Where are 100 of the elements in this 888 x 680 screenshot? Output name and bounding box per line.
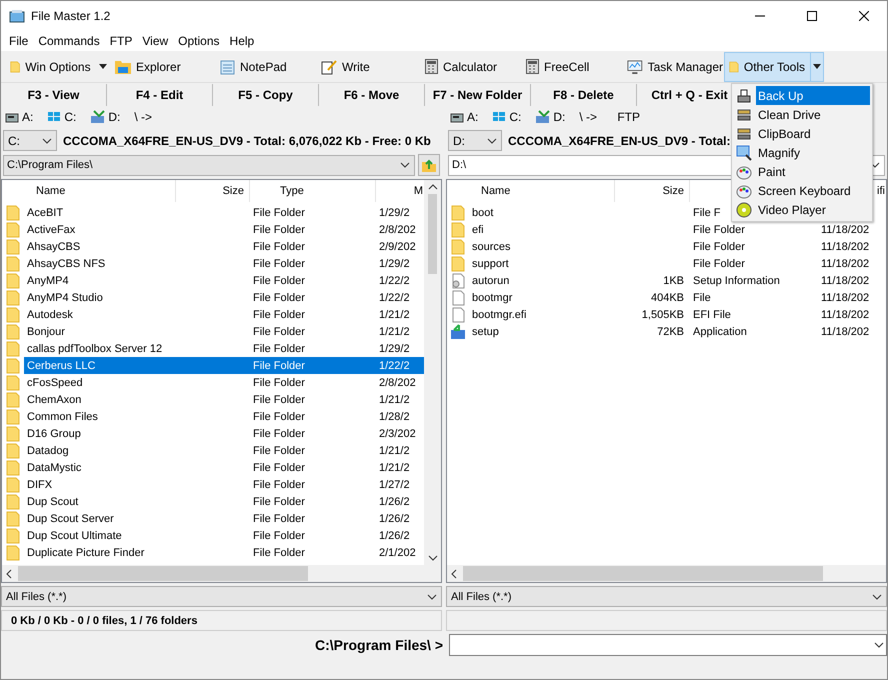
menu-item[interactable]: Back Up: [756, 86, 870, 105]
folder-icon: [6, 392, 20, 408]
drive-link[interactable]: \ ->: [579, 110, 598, 124]
file-row[interactable]: Autodesk File Folder 1/21/2: [24, 306, 424, 323]
file-row[interactable]: ActiveFax File Folder 2/8/202: [24, 221, 424, 238]
drive-select[interactable]: C:: [3, 130, 57, 151]
toolbar-button[interactable]: NotePad: [215, 52, 316, 82]
file-row[interactable]: support File Folder 11/18/202: [469, 255, 886, 272]
toolbar-button[interactable]: Calculator: [420, 52, 521, 82]
scroll-left-icon[interactable]: [451, 568, 457, 578]
column-header[interactable]: Name: [36, 185, 66, 197]
file-row[interactable]: ChemAxon File Folder 1/21/2: [24, 391, 424, 408]
folder-icon: [6, 290, 20, 306]
file-row[interactable]: Cerberus LLC File Folder 1/22/2: [24, 357, 424, 374]
minimize-icon[interactable]: [755, 15, 765, 17]
file-row[interactable]: cFosSpeed File Folder 2/8/202: [24, 374, 424, 391]
status-bar: 0 Kb / 0 Kb - 0 / 0 files, 1 / 76 folders: [1, 610, 442, 631]
drive-link[interactable]: D:: [108, 110, 120, 124]
maximize-icon[interactable]: [807, 11, 817, 21]
file-row[interactable]: Dup Scout Server File Folder 1/26/2: [24, 510, 424, 527]
scroll-up-icon[interactable]: [428, 184, 438, 190]
file-row[interactable]: AnyMP4 Studio File Folder 1/22/2: [24, 289, 424, 306]
menu-item[interactable]: ClipBoard: [756, 124, 870, 143]
file-row[interactable]: autorun 1KB Setup Information 11/18/202: [469, 272, 886, 289]
toolbar-button[interactable]: Write: [316, 52, 420, 82]
scrollbar-thumb[interactable]: [463, 566, 823, 581]
folder-icon: [451, 204, 465, 220]
drive-link[interactable]: A:: [467, 110, 478, 124]
calculator-icon: [526, 59, 539, 74]
up-folder-button[interactable]: [418, 154, 440, 176]
file-row[interactable]: Bonjour File Folder 1/21/2: [24, 323, 424, 340]
file-row[interactable]: Common Files File Folder 1/28/2: [24, 408, 424, 425]
file-row[interactable]: Datadog File Folder 1/21/2: [24, 442, 424, 459]
drive-select[interactable]: D:: [448, 130, 502, 151]
drive-link[interactable]: C:: [509, 110, 522, 124]
close-icon[interactable]: [859, 11, 869, 21]
column-header[interactable]: M: [414, 185, 423, 197]
file-row[interactable]: AhsayCBS NFS File Folder 1/29/2: [24, 255, 424, 272]
file-row[interactable]: DIFX File Folder 1/27/2: [24, 476, 424, 493]
disc-drive-icon: [535, 110, 550, 124]
drive-link[interactable]: \ ->: [134, 110, 152, 124]
command-field[interactable]: [449, 634, 887, 656]
monitor-icon: [627, 58, 643, 74]
file-row[interactable]: AceBIT File Folder 1/29/2: [24, 204, 424, 221]
caret-icon[interactable]: [98, 64, 107, 69]
file-row[interactable]: Dup Scout Ultimate File Folder 1/26/2: [24, 527, 424, 544]
drive-link[interactable]: D:: [553, 110, 566, 124]
column-header[interactable]: Type: [280, 185, 304, 197]
toolbar-button[interactable]: Task Manager: [622, 52, 724, 82]
menu-item[interactable]: Video Player: [756, 200, 870, 219]
folder-icon: [6, 358, 20, 374]
scroll-left-icon[interactable]: [6, 568, 12, 578]
column-header[interactable]: Name: [481, 185, 510, 197]
folder-icon: [6, 476, 20, 492]
drive-link[interactable]: A:: [22, 110, 34, 124]
path-field[interactable]: C:\Program Files\: [3, 154, 415, 176]
folder-icon: [451, 256, 465, 272]
file-row[interactable]: Duplicate Picture Finder File Folder 2/1/202: [24, 544, 424, 561]
menu-item[interactable]: Options: [173, 34, 225, 48]
file-row[interactable]: bootmgr 404KB File 11/18/202: [469, 289, 886, 306]
file-row[interactable]: AnyMP4 File Folder 1/22/2: [24, 272, 424, 289]
menu-item[interactable]: Commands: [33, 34, 105, 48]
column-header[interactable]: Size: [662, 185, 684, 197]
menu-item[interactable]: View: [137, 34, 174, 48]
volume-info: CCCOMA_X64FRE_EN-US_DV9 - Total:: [508, 134, 730, 148]
menu-item[interactable]: Help: [224, 34, 260, 48]
column-header[interactable]: ifi: [877, 185, 885, 197]
toolbar-button[interactable]: Other Tools: [724, 52, 824, 82]
menu-item[interactable]: FTP: [104, 34, 138, 48]
column-header[interactable]: Size: [222, 185, 244, 197]
file-row[interactable]: boot File F: [469, 204, 722, 221]
file-icon: [451, 290, 465, 306]
toolbar-button[interactable]: Win Options: [5, 52, 110, 82]
command-prompt: C:\Program Files\ >: [315, 637, 443, 653]
menu-item[interactable]: File: [4, 34, 34, 48]
folder-icon: [729, 58, 739, 74]
file-row[interactable]: callas pdfToolbox Server 12 File Folder 1/29/2: [24, 340, 424, 357]
caret-icon[interactable]: [813, 64, 821, 69]
folder-icon: [6, 222, 20, 238]
file-row[interactable]: Dup Scout File Folder 1/26/2: [24, 493, 424, 510]
file-row[interactable]: AhsayCBS File Folder 2/9/202: [24, 238, 424, 255]
menu-item[interactable]: Screen Keyboard: [756, 181, 870, 200]
scrollbar-thumb[interactable]: [428, 194, 437, 274]
file-row[interactable]: D16 Group File Folder 2/3/202: [24, 425, 424, 442]
scroll-down-icon[interactable]: [428, 555, 438, 561]
drive-link[interactable]: C:: [64, 110, 76, 124]
file-row[interactable]: bootmgr.efi 1,505KB EFI File 11/18/202: [469, 306, 886, 323]
file-row[interactable]: sources File Folder 11/18/202: [469, 238, 886, 255]
toolbar-button[interactable]: FreeCell: [521, 52, 622, 82]
file-row[interactable]: efi File Folder 11/18/202: [469, 221, 886, 238]
palette-icon: [736, 164, 752, 180]
file-row[interactable]: DataMystic File Folder 1/21/2: [24, 459, 424, 476]
drive-link[interactable]: FTP: [617, 110, 640, 124]
scrollbar-thumb[interactable]: [18, 566, 308, 581]
menu-item[interactable]: Clean Drive: [756, 105, 870, 124]
toolbar-button[interactable]: Explorer: [110, 52, 215, 82]
volume-info: CCCOMA_X64FRE_EN-US_DV9 - Total: 6,076,022 Kb - Free: 0 Kb: [63, 134, 431, 148]
file-row[interactable]: setup 72KB Application 11/18/202: [469, 323, 886, 340]
file-filter-select[interactable]: All Files (*.*): [446, 586, 887, 607]
file-filter-select[interactable]: All Files (*.*): [1, 586, 442, 607]
